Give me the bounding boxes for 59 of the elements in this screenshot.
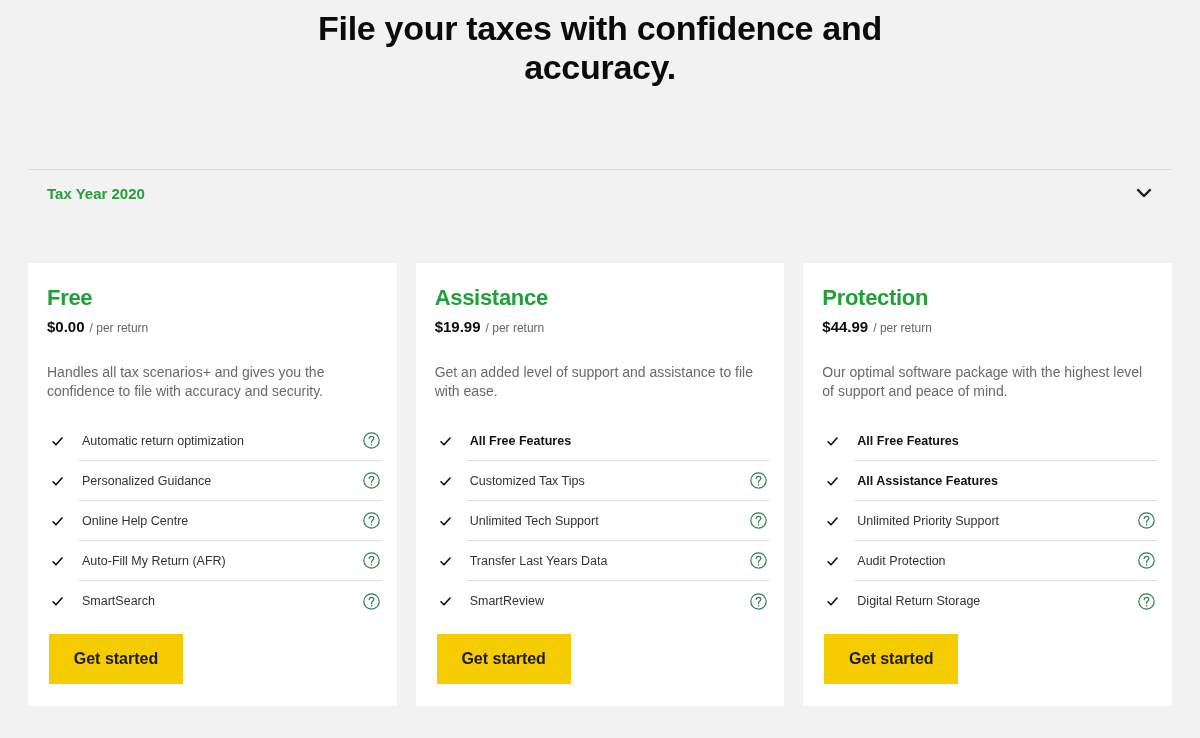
plan-description: Get an added level of support and assistance to file with ease. xyxy=(434,363,754,401)
feature-label: Personalized Guidance xyxy=(82,473,212,488)
feature-label: All Assistance Features xyxy=(857,473,998,488)
help-icon[interactable] xyxy=(750,512,768,529)
plan-price: $44.99 xyxy=(822,318,869,335)
check-icon xyxy=(827,436,839,446)
feature-label: All Free Features xyxy=(857,433,959,448)
check-icon xyxy=(52,516,63,526)
plan-price: $0.00 xyxy=(47,318,85,335)
check-icon xyxy=(52,556,63,566)
help-icon[interactable] xyxy=(362,592,380,610)
check-icon xyxy=(52,436,63,446)
check-icon xyxy=(827,596,839,606)
check-icon xyxy=(439,556,451,566)
check-icon xyxy=(439,476,451,486)
plan-name: Free xyxy=(47,285,94,311)
help-icon[interactable] xyxy=(362,512,380,529)
feature-label: SmartSearch xyxy=(82,594,155,608)
check-icon xyxy=(52,476,63,486)
price-period: / per return xyxy=(89,321,149,335)
check-icon xyxy=(439,516,451,526)
feature-label: Unlimited Tech Support xyxy=(469,513,599,528)
help-icon[interactable] xyxy=(1138,592,1155,610)
feature-label: Audit Protection xyxy=(857,553,946,568)
feature-label: Transfer Last Years Data xyxy=(469,553,608,568)
plan-price: $19.99 xyxy=(434,318,481,335)
get-started-button[interactable]: Get started xyxy=(824,634,959,684)
check-icon xyxy=(827,516,839,526)
page-heading: File your taxes with confidence and accuracy. xyxy=(317,8,883,87)
help-icon[interactable] xyxy=(1138,552,1155,569)
feature-label: Customized Tax Tips xyxy=(469,473,585,488)
help-icon[interactable] xyxy=(750,472,768,489)
check-icon xyxy=(827,476,839,486)
help-icon[interactable] xyxy=(362,432,380,449)
get-started-button[interactable]: Get started xyxy=(436,634,571,684)
plan-name: Protection xyxy=(822,285,930,311)
check-icon xyxy=(439,596,451,606)
check-icon xyxy=(439,436,451,446)
feature-label: Unlimited Priority Support xyxy=(857,513,1000,528)
price-period: / per return xyxy=(873,321,932,335)
help-icon[interactable] xyxy=(1138,512,1155,529)
help-icon[interactable] xyxy=(750,552,768,569)
plan-description: Our optimal software package with the highest level of support and peace of mind. xyxy=(822,363,1144,401)
price-period: / per return xyxy=(485,321,545,335)
help-icon[interactable] xyxy=(362,472,380,489)
feature-label: SmartReview xyxy=(469,594,544,608)
feature-label: Automatic return optimization xyxy=(82,433,244,448)
plan-name: Assistance xyxy=(434,285,549,311)
feature-label: All Free Features xyxy=(469,433,572,448)
plan-description: Handles all tax scenarios+ and gives you the confidence to file with accuracy and security. xyxy=(47,363,326,401)
feature-label: Online Help Centre xyxy=(82,513,189,528)
help-icon[interactable] xyxy=(750,592,768,610)
chevron-icon[interactable] xyxy=(1136,188,1152,198)
feature-label: Auto-Fill My Return (AFR) xyxy=(82,553,226,568)
feature-label: Digital Return Storage xyxy=(857,594,981,608)
check-icon xyxy=(827,556,839,566)
help-icon[interactable] xyxy=(362,552,380,569)
check-icon xyxy=(52,596,63,606)
get-started-button[interactable]: Get started xyxy=(49,634,183,684)
